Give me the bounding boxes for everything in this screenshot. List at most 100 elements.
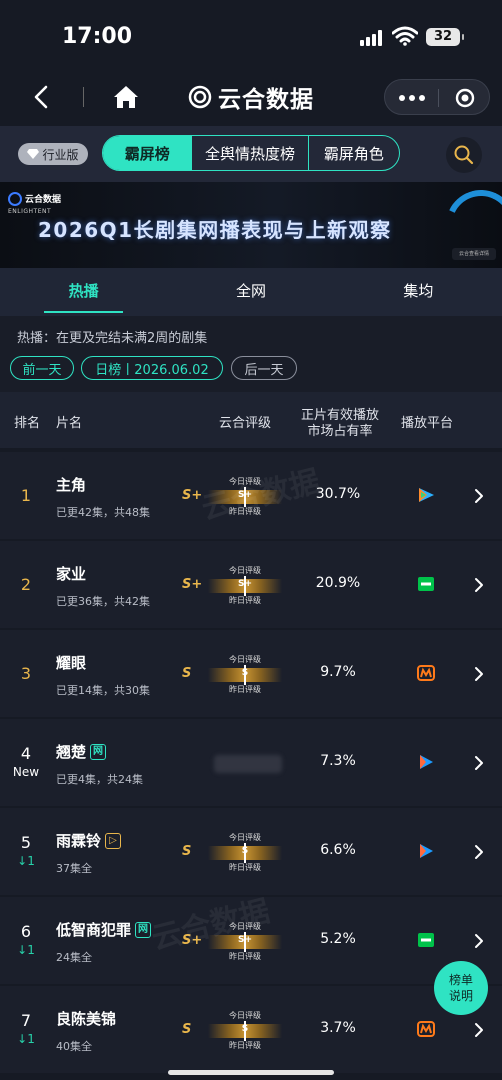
banner-detail-badge: 云合查看详情 [452, 248, 496, 260]
mango-platform-icon [416, 1019, 436, 1039]
rank-number: 2 [20, 575, 32, 594]
wifi-icon [392, 26, 418, 46]
table-row[interactable]: 1 主角 已更42集，共48集 S+ 今日评级 S+ 昨日评级 30.7% [0, 452, 502, 540]
tab-all-network[interactable]: 全网 [167, 268, 334, 316]
search-button[interactable] [446, 137, 482, 173]
market-share: 6.6% [320, 842, 356, 858]
episode-status: 40集全 [56, 1040, 92, 1053]
date-picker[interactable]: 日榜丨2026.06.02 [81, 356, 223, 380]
meter-grade: S [241, 846, 249, 856]
close-miniprogram-icon[interactable] [455, 88, 475, 108]
drama-title[interactable]: 良陈美锦 [56, 1008, 116, 1029]
rank-change: ↓1 [17, 854, 35, 868]
header-platform: 播放平台 [401, 416, 454, 431]
drama-title[interactable]: 家业 [56, 563, 86, 584]
drama-title-text: 低智商犯罪 [56, 921, 132, 939]
ranking-description: 热播：在更及完结未满2周的剧集 [17, 331, 208, 346]
tab-hot[interactable]: 热播 [0, 268, 167, 316]
meter-yesterday-label: 昨日评级 [229, 685, 261, 694]
chevron-right-icon[interactable] [474, 1022, 484, 1038]
table-row[interactable]: 6 ↓1 低智商犯罪网 24集全 S+ 今日评级 S+ 昨日评级 5.2% [0, 897, 502, 985]
drama-title[interactable]: 翘楚网 [56, 741, 107, 762]
prev-day-button[interactable]: 前一天 [10, 356, 74, 380]
meter-yesterday-label: 昨日评级 [229, 863, 261, 872]
nav-divider [83, 87, 84, 107]
meter-yesterday-label: 昨日评级 [229, 1041, 261, 1050]
capsule-divider [438, 89, 439, 107]
drama-title[interactable]: 耀眼 [56, 652, 86, 673]
header-grade: 云合评级 [219, 416, 272, 431]
table-row[interactable]: 5 ↓1 雨霖铃 ▷ 37集全 S 今日评级 S 昨日评级 6.6% [0, 808, 502, 896]
tab-public-opinion-heat[interactable]: 全舆情热度榜 [192, 136, 309, 170]
episode-status: 已更14集，共30集 [56, 684, 150, 697]
drama-title[interactable]: 主角 [56, 474, 86, 495]
meter-grade: S+ [237, 490, 253, 500]
rank-change: ↓1 [17, 1032, 35, 1046]
episode-status: 已更42集，共48集 [56, 506, 150, 519]
chevron-right-icon[interactable] [474, 844, 484, 860]
chevron-right-icon[interactable] [474, 666, 484, 682]
banner-logo-icon [8, 192, 22, 206]
drama-title-text: 家业 [56, 565, 87, 583]
rank-number: 5 [20, 833, 32, 852]
market-share: 3.7% [320, 1020, 356, 1036]
industry-edition-button[interactable]: 行业版 [18, 143, 88, 165]
grade-meter: 今日评级 S 昨日评级 [208, 832, 282, 874]
table-row[interactable]: 2 家业 已更36集，共42集 S+ 今日评级 S+ 昨日评级 20.9% [0, 541, 502, 629]
meter-grade: S [241, 668, 249, 678]
episode-status: 已更36集，共42集 [56, 595, 150, 608]
home-indicator [168, 1070, 334, 1075]
table-row[interactable]: 7 ↓1 良陈美锦 40集全 S 今日评级 S 昨日评级 3.7% [0, 986, 502, 1074]
grade-meter: 今日评级 S+ 昨日评级 [208, 476, 282, 518]
table-row[interactable]: 3 耀眼 已更14集，共30集 S 今日评级 S 昨日评级 9.7% [0, 630, 502, 718]
drama-title-text: 翘楚 [56, 743, 87, 761]
grade-meter: 今日评级 S 昨日评级 [208, 1010, 282, 1052]
nav-bar: 云合数据 [0, 72, 502, 126]
chevron-right-icon[interactable] [474, 577, 484, 593]
search-icon [454, 145, 474, 165]
drama-title[interactable]: 低智商犯罪网 [56, 919, 152, 940]
tab-per-episode[interactable]: 集均 [335, 268, 502, 316]
grade-label: S+ [182, 577, 203, 592]
meter-today-label: 今日评级 [229, 922, 261, 931]
drama-title-text: 良陈美锦 [56, 1010, 117, 1028]
back-icon[interactable] [30, 84, 54, 110]
meter-grade: S+ [237, 935, 253, 945]
meter-yesterday-label: 昨日评级 [229, 596, 261, 605]
youku-platform-icon [416, 841, 436, 861]
drama-title[interactable]: 雨霖铃 ▷ [56, 830, 122, 851]
banner-logo-cn: 云合数据 [25, 195, 62, 205]
report-banner[interactable]: 云合数据 ENLIGHTENT 2026Q1长剧集网播表现与上新观察 云合查看详… [0, 182, 502, 268]
meter-today-label: 今日评级 [229, 477, 261, 486]
exclusive-play-icon: ▷ [105, 832, 122, 849]
more-icon[interactable] [399, 95, 425, 101]
next-day-button[interactable]: 后一天 [231, 356, 297, 380]
youku-platform-icon [416, 752, 436, 772]
brand-logo-icon [188, 85, 212, 109]
grade-label: S [182, 844, 192, 859]
industry-edition-label: 行业版 [42, 147, 79, 162]
market-share: 9.7% [320, 664, 356, 680]
tab-screen-roles[interactable]: 霸屏角色 [309, 136, 399, 170]
meter-today-label: 今日评级 [229, 1011, 261, 1020]
grade-label: S+ [182, 933, 203, 948]
drama-title-text: 主角 [56, 476, 87, 494]
explain-line2: 说明 [448, 989, 473, 1003]
grade-meter: 今日评级 S 昨日评级 [208, 654, 282, 696]
rank-number: 3 [20, 664, 32, 683]
filter-panel: 热播：在更及完结未满2周的剧集 前一天 日榜丨2026.06.02 后一天 [0, 316, 502, 392]
chevron-right-icon[interactable] [474, 933, 484, 949]
chevron-right-icon[interactable] [474, 755, 484, 771]
drama-title-text: 雨霖铃 [56, 832, 102, 850]
header-title: 片名 [56, 416, 83, 431]
home-icon[interactable] [112, 84, 140, 110]
tab-screen-domination[interactable]: 霸屏榜 [103, 136, 193, 170]
rank-change: ↓1 [17, 943, 35, 957]
ranking-explanation-button[interactable]: 榜单 说明 [434, 961, 488, 1015]
ranking-tabs: 霸屏榜 全舆情热度榜 霸屏角色 [102, 135, 400, 171]
grade-label: S+ [182, 488, 203, 503]
table-row[interactable]: 4 New 翘楚网 已更4集，共24集 7.3% [0, 719, 502, 807]
chevron-right-icon[interactable] [474, 488, 484, 504]
meter-today-label: 今日评级 [229, 655, 261, 664]
market-share: 7.3% [320, 753, 356, 769]
